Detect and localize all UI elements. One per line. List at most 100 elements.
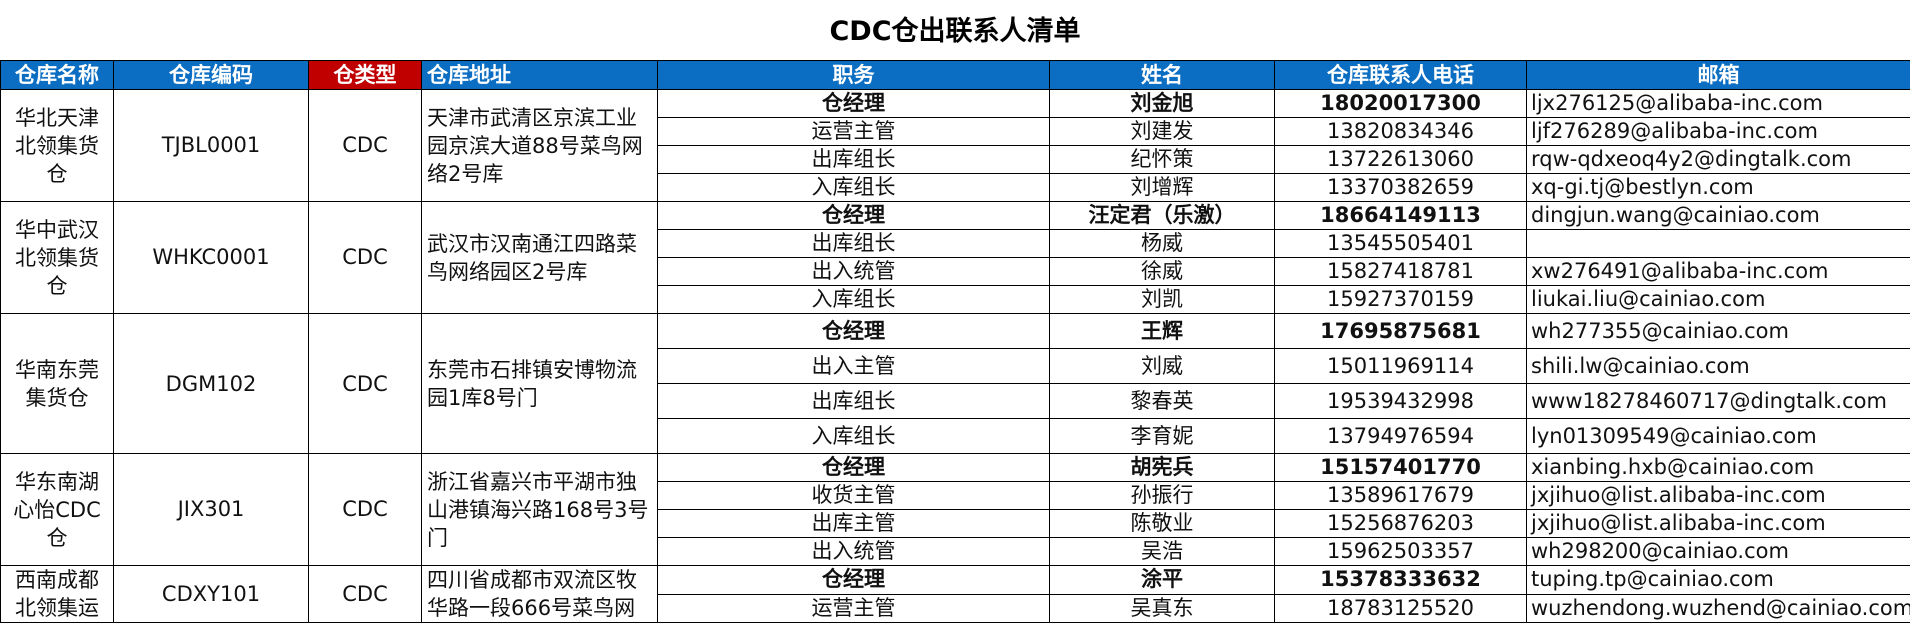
warehouse-address-cell[interactable]: 东莞市石排镇安博物流园1库8号门 (422, 314, 658, 454)
person-cell[interactable]: 刘建发 (1050, 118, 1275, 146)
warehouse-code-cell[interactable]: DGM102 (114, 314, 309, 454)
header-email[interactable]: 邮箱 (1527, 61, 1910, 90)
warehouse-name-cell[interactable]: 华北天津北领集货仓 (1, 90, 114, 202)
phone-cell[interactable]: 13370382659 (1275, 174, 1527, 202)
header-role[interactable]: 职务 (658, 61, 1050, 90)
email-cell[interactable]: dingjun.wang@cainiao.com (1527, 202, 1910, 230)
role-cell[interactable]: 入库组长 (658, 286, 1050, 314)
phone-cell[interactable]: 13722613060 (1275, 146, 1527, 174)
phone-cell[interactable]: 15927370159 (1275, 286, 1527, 314)
role-cell[interactable]: 仓经理 (658, 90, 1050, 118)
phone-cell[interactable]: 15256876203 (1275, 510, 1527, 538)
phone-cell[interactable]: 15378333632 (1275, 566, 1527, 595)
phone-cell[interactable]: 19539432998 (1275, 384, 1527, 419)
person-cell[interactable]: 汪定君（乐激） (1050, 202, 1275, 230)
role-cell[interactable]: 入库组长 (658, 174, 1050, 202)
phone-cell[interactable]: 17695875681 (1275, 314, 1527, 349)
email-cell[interactable]: ljf276289@alibaba-inc.com (1527, 118, 1910, 146)
email-cell[interactable]: lyn01309549@cainiao.com (1527, 419, 1910, 454)
role-cell[interactable]: 出入统管 (658, 538, 1050, 566)
phone-cell[interactable]: 15827418781 (1275, 258, 1527, 286)
person-cell[interactable]: 刘威 (1050, 349, 1275, 384)
person-cell[interactable]: 陈敬业 (1050, 510, 1275, 538)
warehouse-code-cell[interactable]: TJBL0001 (114, 90, 309, 202)
email-cell[interactable]: liukai.liu@cainiao.com (1527, 286, 1910, 314)
warehouse-type-cell[interactable]: CDC (309, 90, 422, 202)
role-cell[interactable]: 运营主管 (658, 594, 1050, 623)
role-cell[interactable]: 仓经理 (658, 566, 1050, 595)
person-cell[interactable]: 吴真东 (1050, 594, 1275, 623)
phone-cell[interactable]: 15157401770 (1275, 454, 1527, 482)
warehouse-code-cell[interactable]: CDXY101 (114, 566, 309, 623)
warehouse-type-cell[interactable]: CDC (309, 566, 422, 623)
phone-cell[interactable]: 13794976594 (1275, 419, 1527, 454)
phone-cell[interactable]: 15962503357 (1275, 538, 1527, 566)
phone-cell[interactable]: 18020017300 (1275, 90, 1527, 118)
warehouse-address-cell[interactable]: 四川省成都市双流区牧华路一段666号菜鸟网 (422, 566, 658, 623)
person-cell[interactable]: 胡宪兵 (1050, 454, 1275, 482)
person-cell[interactable]: 吴浩 (1050, 538, 1275, 566)
phone-cell[interactable]: 13589617679 (1275, 482, 1527, 510)
role-cell[interactable]: 收货主管 (658, 482, 1050, 510)
warehouse-type-cell[interactable]: CDC (309, 314, 422, 454)
role-cell[interactable]: 仓经理 (658, 202, 1050, 230)
warehouse-address-cell[interactable]: 浙江省嘉兴市平湖市独山港镇海兴路168号3号门 (422, 454, 658, 566)
email-cell[interactable]: www18278460717@dingtalk.com (1527, 384, 1910, 419)
email-cell[interactable]: wuzhendong.wuzhend@cainiao.com (1527, 594, 1910, 623)
person-cell[interactable]: 刘凯 (1050, 286, 1275, 314)
person-cell[interactable]: 李育妮 (1050, 419, 1275, 454)
person-cell[interactable]: 杨威 (1050, 230, 1275, 258)
header-name[interactable]: 仓库名称 (1, 61, 114, 90)
role-cell[interactable]: 出入主管 (658, 349, 1050, 384)
role-cell[interactable]: 运营主管 (658, 118, 1050, 146)
email-cell[interactable]: jxjihuo@list.alibaba-inc.com (1527, 510, 1910, 538)
warehouse-name-cell[interactable]: 华中武汉北领集货仓 (1, 202, 114, 314)
phone-cell[interactable]: 15011969114 (1275, 349, 1527, 384)
person-cell[interactable]: 刘金旭 (1050, 90, 1275, 118)
header-code[interactable]: 仓库编码 (114, 61, 309, 90)
header-person[interactable]: 姓名 (1050, 61, 1275, 90)
role-cell[interactable]: 出库组长 (658, 146, 1050, 174)
header-address[interactable]: 仓库地址 (422, 61, 658, 90)
header-phone[interactable]: 仓库联系人电话 (1275, 61, 1527, 90)
role-cell[interactable]: 出库主管 (658, 510, 1050, 538)
email-cell[interactable]: shili.lw@cainiao.com (1527, 349, 1910, 384)
person-cell[interactable]: 涂平 (1050, 566, 1275, 595)
email-cell[interactable]: ljx276125@alibaba-inc.com (1527, 90, 1910, 118)
phone-cell[interactable]: 13545505401 (1275, 230, 1527, 258)
warehouse-type-cell[interactable]: CDC (309, 454, 422, 566)
email-cell[interactable]: wh298200@cainiao.com (1527, 538, 1910, 566)
warehouse-type-cell[interactable]: CDC (309, 202, 422, 314)
email-cell[interactable]: xq-gi.tj@bestlyn.com (1527, 174, 1910, 202)
email-cell[interactable]: xw276491@alibaba-inc.com (1527, 258, 1910, 286)
warehouse-address-cell[interactable]: 天津市武清区京滨工业园京滨大道88号菜鸟网络2号库 (422, 90, 658, 202)
person-cell[interactable]: 孙振行 (1050, 482, 1275, 510)
person-cell[interactable]: 王辉 (1050, 314, 1275, 349)
warehouse-code-cell[interactable]: WHKC0001 (114, 202, 309, 314)
role-cell[interactable]: 入库组长 (658, 419, 1050, 454)
phone-cell[interactable]: 13820834346 (1275, 118, 1527, 146)
email-cell[interactable]: jxjihuo@list.alibaba-inc.com (1527, 482, 1910, 510)
email-cell[interactable] (1527, 230, 1910, 258)
person-cell[interactable]: 纪怀策 (1050, 146, 1275, 174)
email-cell[interactable]: rqw-qdxeoq4y2@dingtalk.com (1527, 146, 1910, 174)
role-cell[interactable]: 出库组长 (658, 384, 1050, 419)
person-cell[interactable]: 黎春英 (1050, 384, 1275, 419)
warehouse-name-cell[interactable]: 华东南湖心怡CDC仓 (1, 454, 114, 566)
warehouse-address-cell[interactable]: 武汉市汉南通江四路菜鸟网络园区2号库 (422, 202, 658, 314)
role-cell[interactable]: 仓经理 (658, 454, 1050, 482)
role-cell[interactable]: 仓经理 (658, 314, 1050, 349)
phone-cell[interactable]: 18664149113 (1275, 202, 1527, 230)
header-type[interactable]: 仓类型 (309, 61, 422, 90)
email-cell[interactable]: xianbing.hxb@cainiao.com (1527, 454, 1910, 482)
person-cell[interactable]: 刘增辉 (1050, 174, 1275, 202)
email-cell[interactable]: wh277355@cainiao.com (1527, 314, 1910, 349)
warehouse-name-cell[interactable]: 西南成都北领集运 (1, 566, 114, 623)
email-cell[interactable]: tuping.tp@cainiao.com (1527, 566, 1910, 595)
person-cell[interactable]: 徐威 (1050, 258, 1275, 286)
warehouse-name-cell[interactable]: 华南东莞集货仓 (1, 314, 114, 454)
role-cell[interactable]: 出库组长 (658, 230, 1050, 258)
warehouse-code-cell[interactable]: JIX301 (114, 454, 309, 566)
role-cell[interactable]: 出入统管 (658, 258, 1050, 286)
phone-cell[interactable]: 18783125520 (1275, 594, 1527, 623)
